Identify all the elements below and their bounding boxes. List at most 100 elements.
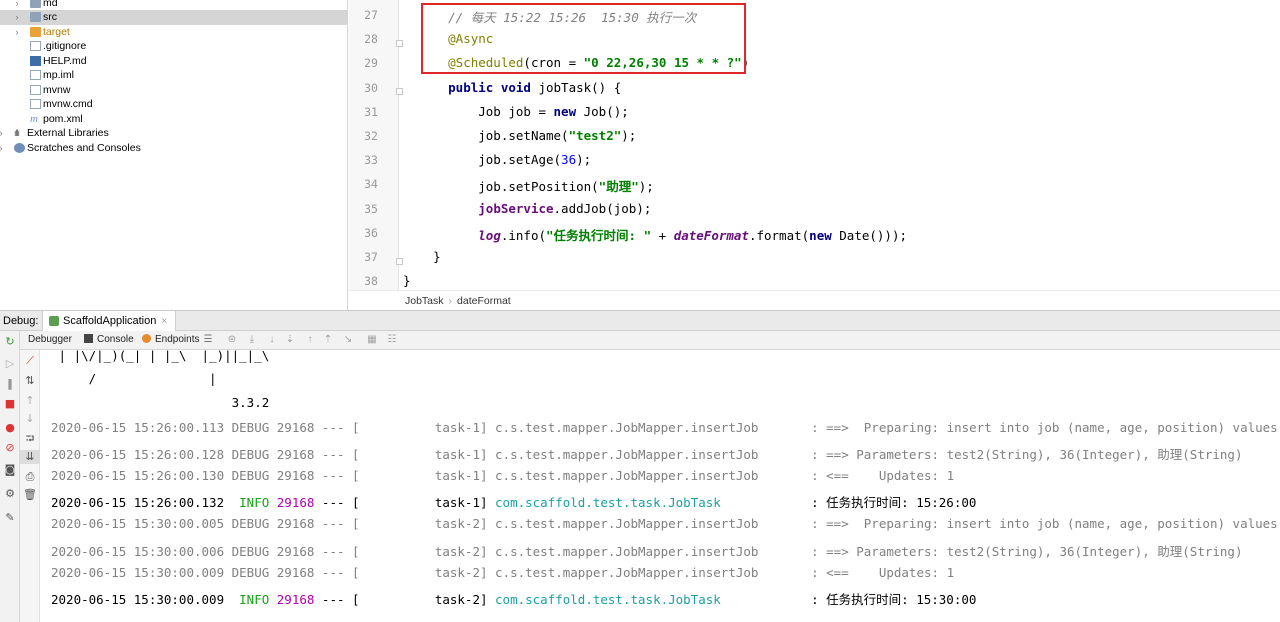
fold-marker-icon[interactable] [396, 258, 403, 265]
tree-item-target[interactable]: › target [0, 25, 347, 40]
log-logger: c.s.test.mapper.JobMapper.insertJob [487, 447, 804, 463]
line-number: 38 [364, 274, 378, 289]
line-number: 37 [364, 250, 378, 264]
stop-icon[interactable]: ■ [0, 397, 20, 411]
code-line[interactable]: job.setPosition("助理"); [403, 176, 654, 195]
log-line[interactable]: 2020-06-15 15:30:00.009 DEBUG 29168 --- … [51, 565, 954, 580]
breadcrumb: JobTask › dateFormat [349, 290, 1280, 310]
log-message: : ==> Preparing: insert into job (name, … [811, 516, 1278, 532]
line-number: 30 [364, 80, 378, 95]
tab-endpoints[interactable]: Endpoints [142, 331, 199, 349]
log-separator: --- [ [314, 516, 360, 532]
step-over-icon[interactable]: ⤓ [246, 331, 258, 349]
log-pid: 29168 [269, 516, 315, 532]
tree-item-mvnw-cmd[interactable]: mvnw.cmd [0, 97, 347, 112]
log-timestamp: 2020-06-15 15:30:00.005 [51, 516, 225, 532]
log-logger: c.s.test.mapper.JobMapper.insertJob [487, 468, 804, 484]
console-output[interactable]: | |\/|_)(_| | |_\ |_)||_|_\ / | 3.3.2 202… [41, 350, 1280, 622]
view-breakpoints-icon[interactable]: ● [0, 421, 20, 435]
chevron-right-icon[interactable]: › [0, 141, 6, 156]
camera-icon[interactable]: ◙ [0, 463, 20, 477]
breadcrumb-item-field[interactable]: dateFormat [457, 295, 511, 307]
code-line[interactable]: Job job = new Job(); [403, 104, 629, 119]
settings-icon[interactable]: ⚙ [0, 487, 20, 501]
log-level: DEBUG [224, 564, 270, 580]
log-separator: --- [ [314, 564, 360, 580]
log-line[interactable]: 2020-06-15 15:30:00.006 DEBUG 29168 --- … [51, 541, 1243, 560]
tree-item-label: target [43, 26, 70, 38]
line-number: 33 [364, 153, 378, 168]
tab-scaffold-application[interactable]: ScaffoldApplication × [42, 311, 177, 331]
chevron-right-icon[interactable]: › [12, 25, 22, 40]
log-logger: c.s.test.mapper.JobMapper.insertJob [487, 516, 804, 532]
code-line[interactable]: @Scheduled(cron = "0 22,26,30 15 * * ?") [403, 55, 749, 70]
tree-item-label: mp.iml [43, 69, 74, 81]
fold-marker-icon[interactable] [396, 40, 403, 47]
tree-item-gitignore[interactable]: .gitignore [0, 39, 347, 54]
tab-label: ScaffoldApplication [63, 315, 157, 327]
log-line[interactable]: 2020-06-15 15:30:00.009 INFO 29168 --- [… [51, 589, 976, 608]
run-to-cursor-icon[interactable]: ↘ [342, 331, 354, 349]
step-out-icon[interactable]: ↑ [304, 331, 316, 349]
log-thread: task-1] [359, 495, 488, 511]
code-line[interactable]: job.setName("test2"); [403, 128, 636, 143]
rerun-icon[interactable]: ↻ [0, 335, 20, 349]
tree-item-src[interactable]: › src [0, 10, 347, 25]
tree-item-scratches-and-consoles[interactable]: › Scratches and Consoles [0, 141, 347, 156]
up-icon[interactable]: ↑ [20, 394, 40, 408]
code-line[interactable]: @Async [403, 31, 493, 46]
step-into-icon[interactable]: ↓ [266, 331, 278, 349]
mute-breakpoints-icon[interactable]: ⊘ [0, 441, 20, 455]
close-icon[interactable]: × [161, 316, 167, 327]
soft-wrap-icon[interactable]: ⮒ [20, 432, 40, 446]
breadcrumb-item-class[interactable]: JobTask [405, 295, 444, 307]
show-execution-point-icon[interactable]: ⊜ [226, 331, 238, 349]
log-level: DEBUG [224, 516, 270, 532]
down-icon[interactable]: ↓ [20, 412, 40, 426]
force-step-into-icon[interactable]: ⇣ [284, 331, 296, 349]
code-line[interactable]: } [403, 249, 441, 264]
clear-all-icon[interactable]: ⟋ [20, 354, 40, 368]
sort-icon[interactable]: ⇅ [20, 374, 40, 388]
tree-item-external-libraries[interactable]: › ıllı External Libraries [0, 126, 347, 141]
code-line[interactable]: public void jobTask() { [403, 80, 621, 95]
log-line[interactable]: 2020-06-15 15:26:00.132 INFO 29168 --- [… [51, 492, 976, 511]
pause-icon[interactable]: ‖ [0, 377, 20, 391]
resume-icon[interactable]: ▷ [0, 357, 20, 371]
log-line[interactable]: 2020-06-15 15:26:00.128 DEBUG 29168 --- … [51, 444, 1243, 463]
log-line[interactable]: 2020-06-15 15:30:00.005 DEBUG 29168 --- … [51, 516, 1280, 531]
log-line[interactable]: 2020-06-15 15:26:00.113 DEBUG 29168 --- … [51, 420, 1280, 435]
tab-console[interactable]: Console [84, 331, 134, 349]
tree-item-pom-xml[interactable]: m pom.xml [0, 112, 347, 127]
pin-icon[interactable]: ✎ [0, 511, 20, 525]
log-level: DEBUG [224, 447, 270, 463]
console-gutter: ⟋ ⇅ ↑ ↓ ⮒ ⇊ ⎙ 🗑 [20, 350, 40, 622]
code-line[interactable]: job.setAge(36); [403, 152, 591, 167]
drop-frame-icon[interactable]: ⇡ [322, 331, 334, 349]
chevron-right-icon[interactable]: › [12, 10, 22, 25]
log-timestamp: 2020-06-15 15:30:00.009 [51, 564, 225, 580]
trash-icon[interactable]: 🗑 [20, 488, 40, 502]
code-editor[interactable]: 27 28 29 30 31 32 33 34 35 36 37 38 // 每天 15:22 15:… [349, 0, 1280, 290]
print-icon[interactable]: ⎙ [20, 470, 40, 484]
trace-icon[interactable]: ☷ [386, 331, 398, 349]
code-line[interactable]: jobService.addJob(job); [403, 201, 651, 216]
chevron-right-icon[interactable]: › [0, 126, 6, 141]
evaluate-icon[interactable]: ▦ [366, 331, 378, 349]
log-logger: c.s.test.mapper.JobMapper.insertJob [487, 543, 804, 559]
log-line[interactable]: 2020-06-15 15:26:00.130 DEBUG 29168 --- … [51, 468, 954, 483]
tab-debugger[interactable]: Debugger [28, 331, 72, 349]
menu-icon[interactable]: ☰ [202, 331, 214, 349]
log-timestamp: 2020-06-15 15:30:00.006 [51, 543, 225, 559]
code-line[interactable]: } [403, 273, 411, 288]
code-line[interactable]: log.info("任务执行时间: " + dateFormat.format(… [403, 225, 907, 244]
code-line[interactable]: // 每天 15:22 15:26 15:30 执行一次 [403, 7, 696, 26]
log-pid: 29168 [269, 420, 315, 435]
markdown-icon [30, 56, 41, 66]
scroll-to-end-icon[interactable]: ⇊ [20, 450, 40, 464]
tree-item-mvnw[interactable]: mvnw [0, 83, 347, 98]
tree-item-help-md[interactable]: HELP.md [0, 54, 347, 69]
log-thread: task-1] [359, 468, 488, 484]
tree-item-mp-iml[interactable]: mp.iml [0, 68, 347, 83]
fold-marker-icon[interactable] [396, 88, 403, 95]
